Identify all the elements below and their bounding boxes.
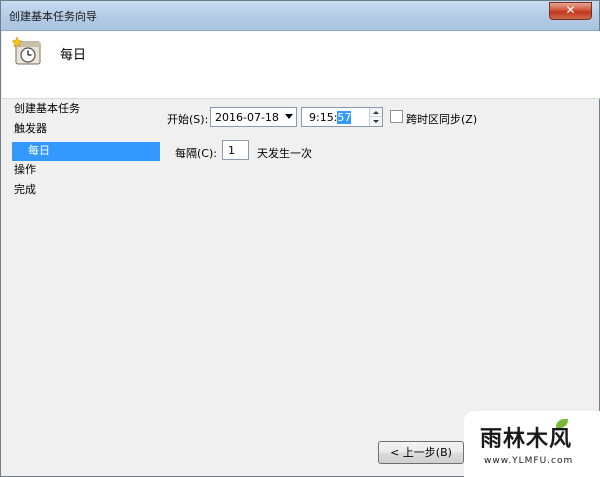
title-bar[interactable]: 创建基本任务向导 ✕ — [1, 1, 599, 31]
window-title: 创建基本任务向导 — [9, 10, 97, 23]
nav-step-daily[interactable]: 每日 — [12, 142, 160, 161]
back-button-label: < 上一步(B) — [390, 446, 452, 459]
wizard-steps: 创建基本任务 触发器 每日 操作 完成 — [2, 100, 160, 250]
watermark: 雨林木风 www.YLMFU.com — [464, 411, 600, 477]
nav-step-action[interactable]: 操作 — [2, 161, 160, 180]
watermark-url: www.YLMFU.com — [484, 456, 574, 466]
start-time-value: 9:15:57 — [309, 111, 352, 124]
start-label: 开始(S): — [167, 113, 209, 126]
chevron-down-icon[interactable] — [285, 114, 293, 119]
time-spinner — [369, 108, 382, 126]
nav-step-trigger[interactable]: 触发器 — [2, 120, 160, 139]
recur-days-input[interactable]: 1 — [222, 140, 249, 160]
wizard-header: 每日 — [2, 31, 600, 99]
wizard-window: 创建基本任务向导 ✕ 每日 创建基本任务 触发器 每日 操作 完成 开始(S):… — [0, 0, 600, 477]
close-button[interactable]: ✕ — [549, 2, 592, 20]
sync-timezone-label: 跨时区同步(Z) — [406, 113, 478, 126]
start-time-selected-seconds: 57 — [337, 111, 352, 124]
recur-suffix: 天发生一次 — [257, 147, 312, 160]
start-date-value: 2016-07-18 — [215, 111, 279, 124]
spin-up-icon[interactable] — [370, 108, 382, 117]
page-title: 每日 — [60, 48, 87, 63]
start-date-picker[interactable]: 2016-07-18 — [210, 107, 297, 127]
close-icon: ✕ — [565, 3, 576, 17]
task-scheduler-clock-icon — [12, 36, 41, 65]
spin-down-icon[interactable] — [370, 117, 382, 126]
start-time-prefix: 9:15: — [309, 111, 338, 124]
start-time-field[interactable]: 9:15:57 — [301, 107, 383, 127]
nav-step-finish[interactable]: 完成 — [2, 181, 160, 200]
back-button[interactable]: < 上一步(B) — [378, 441, 464, 464]
recur-label: 每隔(C): — [175, 147, 217, 160]
recur-days-value: 1 — [228, 144, 235, 157]
nav-step-create-basic-task[interactable]: 创建基本任务 — [2, 100, 160, 119]
sync-timezone-checkbox[interactable] — [390, 110, 403, 123]
